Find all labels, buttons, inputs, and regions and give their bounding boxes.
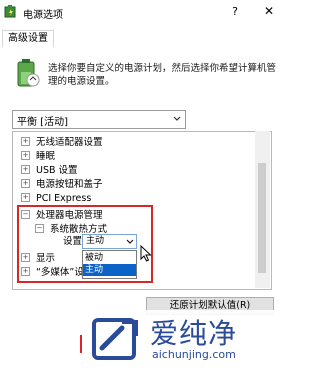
chevron-down-icon (126, 239, 134, 244)
brand-logo-icon (92, 318, 138, 360)
tree-scrollbar[interactable] (255, 131, 270, 288)
mouse-cursor-icon (140, 245, 152, 262)
tree-item-sleep[interactable]: + 睡眠 (21, 150, 55, 164)
help-button[interactable]: ? (228, 5, 242, 19)
scrollbar-thumb[interactable] (258, 163, 266, 273)
watermark-brand-text: 爱纯净 (150, 317, 238, 350)
description-text: 选择你要自定义的电源计划，然后选择你希望计算机管理的电源设置。 (48, 63, 277, 87)
tab-advanced-settings[interactable]: 高级设置 (2, 30, 54, 47)
tree-item-pci-express[interactable]: + PCI Express (21, 192, 91, 206)
expand-icon[interactable]: + (21, 193, 30, 202)
tree-item-label: USB 设置 (36, 165, 78, 176)
tree-item-label: PCI Express (36, 193, 92, 204)
window-title: 电源选项 (23, 10, 63, 21)
option-passive[interactable]: 被动 (83, 252, 136, 264)
chevron-down-icon (173, 116, 181, 121)
option-active[interactable]: 主动 (83, 264, 136, 276)
expand-icon[interactable]: + (21, 165, 30, 174)
watermark: 爱纯净 aichunjing.com (88, 310, 283, 368)
tree-item-power-buttons[interactable]: + 电源按钮和盖子 (21, 178, 103, 192)
close-button[interactable]: ✕ (262, 4, 276, 18)
title-bar: 电源选项 ? ✕ (0, 0, 283, 26)
tree-item-wireless-adapter[interactable]: + 无线适配器设置 (21, 136, 103, 150)
cooling-policy-select[interactable]: 主动 (82, 234, 137, 249)
ok-button-edge[interactable] (80, 335, 86, 353)
power-options-icon (4, 5, 16, 18)
expand-icon[interactable]: + (21, 151, 30, 160)
tree-item-label: 无线适配器设置 (36, 137, 103, 148)
tree-item-label: 电源按钮和盖子 (36, 179, 103, 190)
power-plan-value: 平衡 [活动] (17, 117, 68, 128)
tab-strip: 高级设置 (0, 28, 283, 48)
cooling-policy-value: 主动 (86, 236, 105, 246)
power-plan-select[interactable]: 平衡 [活动] (12, 110, 186, 129)
expand-icon[interactable]: + (21, 179, 30, 188)
watermark-url-text: aichunjing.com (152, 348, 236, 361)
battery-icon (17, 59, 40, 87)
cooling-policy-dropdown: 被动 主动 (82, 250, 137, 279)
tree-item-label: 睡眠 (36, 151, 56, 162)
tree-item-usb[interactable]: + USB 设置 (21, 164, 78, 178)
expand-icon[interactable]: + (21, 137, 30, 146)
